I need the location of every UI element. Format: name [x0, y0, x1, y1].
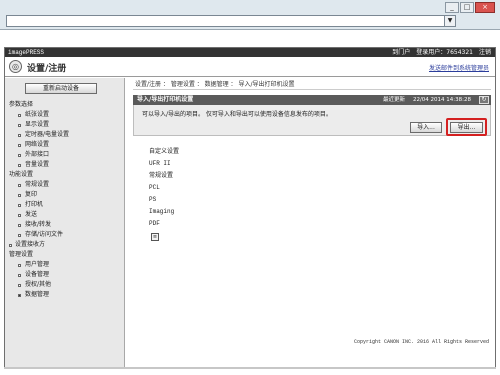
import-button[interactable]: 导入...: [410, 122, 442, 133]
sidebar-item-data-management[interactable]: 数据管理: [5, 290, 124, 300]
app-frame: imagePRESS 到门户 登录用户：7654321 注销 ◎ 设置/注册 发…: [4, 47, 496, 369]
item-list: 自定义设置 UFR II 常规设置 PCL PS Imaging PDF ≡: [133, 146, 491, 241]
bullet-icon: [18, 234, 21, 237]
export-highlight-box: [446, 118, 487, 136]
logout-link[interactable]: 注销: [479, 48, 491, 57]
sidebar-item-store-access-files[interactable]: 存储/访问文件: [5, 230, 124, 240]
sidebar: 重新启动设备 参数选择 纸张设置 显示设置 定时器/电量设置 网络设置 外部接口…: [5, 78, 125, 368]
sidebar-item-user-management[interactable]: 用户管理: [5, 260, 124, 270]
bullet-icon: [18, 204, 21, 207]
brand-name: imagePRESS: [8, 49, 45, 56]
bullet-icon: [18, 224, 21, 227]
page-top-icon[interactable]: ≡: [151, 233, 159, 241]
minimize-button[interactable]: _: [445, 2, 459, 13]
sidebar-heading-preferences: 参数选择: [9, 101, 34, 108]
mail-admin-link[interactable]: 发送邮件到系统管理员: [429, 63, 489, 72]
title-bar: ◎ 设置/注册 发送邮件到系统管理员: [5, 57, 495, 77]
bullet-icon: [9, 244, 12, 247]
sidebar-item-timer-energy[interactable]: 定时器/电量设置: [5, 130, 124, 140]
user-id: 7654321: [446, 49, 473, 56]
maximize-button[interactable]: □: [460, 2, 474, 13]
bullet-icon: [18, 164, 21, 167]
horizontal-scrollbar[interactable]: [4, 367, 496, 369]
list-item: PCL: [149, 184, 160, 191]
address-dropdown-icon[interactable]: ▼: [444, 16, 455, 26]
login-user-label: 登录用户：7654321: [416, 49, 473, 56]
last-updated: 最近更新 22/04 2014 14:38:28: [383, 95, 471, 105]
sidebar-item-license-other[interactable]: 授权/其他: [5, 280, 124, 290]
bullet-icon: [18, 194, 21, 197]
refresh-icon[interactable]: ↻: [479, 96, 489, 104]
window-controls: _ □ ×: [445, 2, 495, 13]
sidebar-heading-management: 管理设置: [9, 251, 34, 258]
portal-link[interactable]: 到门户: [392, 48, 410, 57]
list-item: 自定义设置: [149, 148, 180, 155]
bullet-icon: [18, 144, 21, 147]
top-bar: imagePRESS 到门户 登录用户：7654321 注销: [5, 48, 495, 57]
list-item: PS: [149, 196, 157, 203]
bullet-icon: [18, 274, 21, 277]
sidebar-item-printer[interactable]: 打印机: [5, 200, 124, 210]
panel-description: 可以导入/导出的项目。 仅可导入和导出可以使用设备信息发布的项目。: [142, 111, 332, 118]
address-bar[interactable]: ▼: [6, 15, 456, 27]
panel-title: 导入/导出打印机设置: [137, 96, 194, 103]
bullet-icon: [18, 184, 21, 187]
browser-chrome: _ □ × ▼: [0, 0, 500, 30]
copyright-footer: Copyright CANON INC. 2016 All Rights Res…: [353, 339, 489, 345]
bullet-icon: [18, 264, 21, 267]
sidebar-item-volume[interactable]: 音量设置: [5, 160, 124, 170]
sidebar-item-send[interactable]: 发送: [5, 210, 124, 220]
bullet-icon: [18, 294, 21, 297]
page-title: 设置/注册: [27, 64, 67, 74]
sidebar-item-device-management[interactable]: 设备管理: [5, 270, 124, 280]
restart-device-button[interactable]: 重新启动设备: [25, 83, 97, 94]
user-area: 到门户 登录用户：7654321 注销: [392, 48, 491, 57]
sidebar-item-common-settings[interactable]: 常规设置: [5, 180, 124, 190]
bullet-icon: [18, 124, 21, 127]
bullet-icon: [18, 284, 21, 287]
list-item: 常规设置: [149, 172, 174, 179]
list-item: Imaging: [149, 208, 175, 215]
last-updated-time: 22/04 2014 14:38:28: [412, 97, 471, 103]
sidebar-item-copy[interactable]: 复印: [5, 190, 124, 200]
sidebar-item-set-destination[interactable]: 设置接收方: [5, 240, 124, 250]
list-item: PDF: [149, 220, 160, 227]
bullet-icon: [18, 214, 21, 217]
bullet-icon: [18, 154, 21, 157]
settings-logo-icon: ◎: [9, 60, 22, 73]
sidebar-nav: 参数选择 纸张设置 显示设置 定时器/电量设置 网络设置 外部接口 音量设置 功…: [5, 100, 124, 300]
close-window-button[interactable]: ×: [475, 2, 495, 13]
list-item: UFR II: [149, 160, 171, 167]
sidebar-item-receive-forward[interactable]: 接收/转发: [5, 220, 124, 230]
panel-body: 可以导入/导出的项目。 仅可导入和导出可以使用设备信息发布的项目。 导入... …: [133, 105, 491, 136]
panel-header: 导入/导出打印机设置 最近更新 22/04 2014 14:38:28 ↻: [133, 95, 491, 105]
last-updated-label: 最近更新: [382, 97, 405, 103]
sidebar-item-external-interface[interactable]: 外部接口: [5, 150, 124, 160]
sidebar-item-display-settings[interactable]: 显示设置: [5, 120, 124, 130]
sidebar-item-network[interactable]: 网络设置: [5, 140, 124, 150]
sidebar-item-paper-settings[interactable]: 纸张设置: [5, 110, 124, 120]
bullet-icon: [18, 114, 21, 117]
sidebar-heading-function-settings: 功能设置: [9, 171, 34, 178]
bullet-icon: [18, 134, 21, 137]
main-content: 设置/注册 ： 管理设置 ： 数据管理 ： 导入/导出打印机设置 导入/导出打印…: [133, 80, 491, 360]
breadcrumb[interactable]: 设置/注册 ： 管理设置 ： 数据管理 ： 导入/导出打印机设置: [133, 80, 491, 90]
